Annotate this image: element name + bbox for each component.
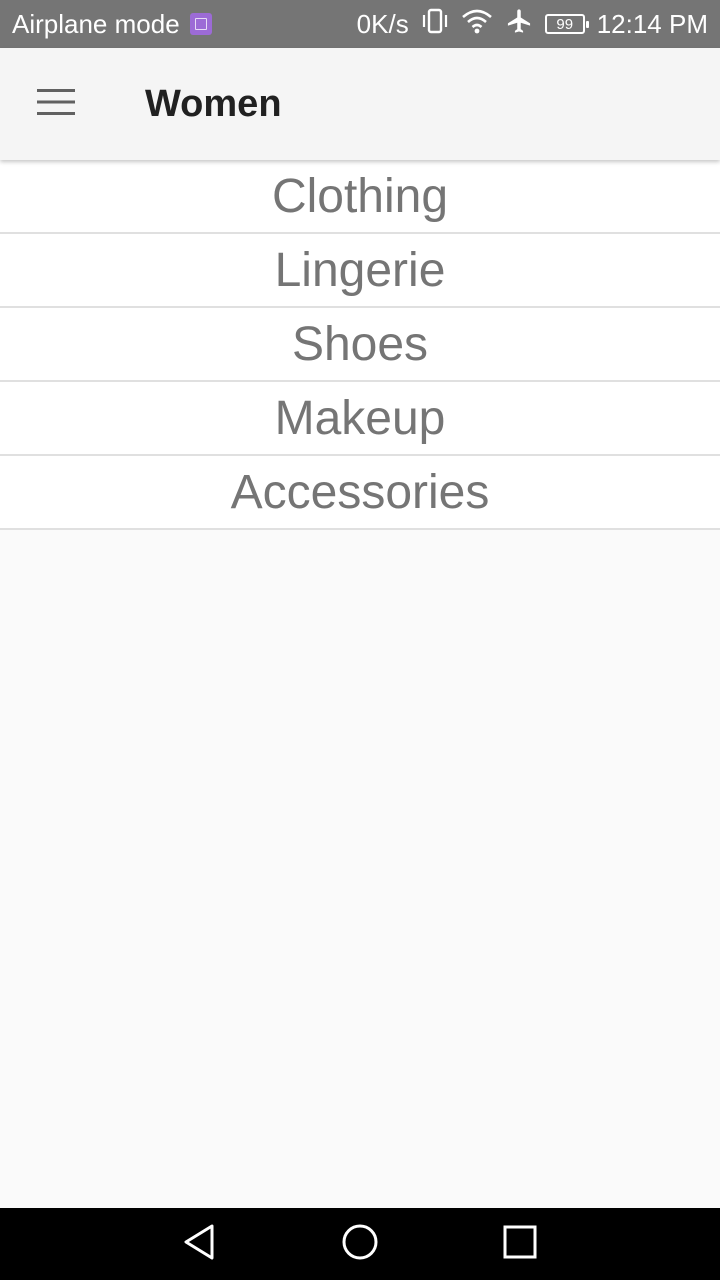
screen: Airplane mode 0K/s 99 12:14 PM Women Clo… xyxy=(0,0,720,1280)
home-button[interactable] xyxy=(320,1208,400,1280)
image-notification-icon xyxy=(189,13,212,35)
airplane-icon xyxy=(505,7,533,42)
back-button[interactable] xyxy=(160,1208,240,1280)
back-icon xyxy=(180,1222,220,1267)
page-title: Women xyxy=(145,82,282,125)
network-speed: 0K/s xyxy=(356,8,409,39)
recents-button[interactable] xyxy=(480,1208,560,1280)
navigation-bar xyxy=(0,1208,720,1280)
status-bar: Airplane mode 0K/s 99 12:14 PM xyxy=(0,0,720,48)
app-bar: Women xyxy=(0,48,720,160)
category-item-makeup[interactable]: Makeup xyxy=(0,382,720,456)
category-item-accessories[interactable]: Accessories xyxy=(0,456,720,530)
status-right: 0K/s 99 12:14 PM xyxy=(357,7,708,42)
category-item-lingerie[interactable]: Lingerie xyxy=(0,234,720,308)
battery-icon: 99 xyxy=(544,14,589,34)
menu-button[interactable] xyxy=(22,76,90,132)
airplane-mode-label: Airplane mode xyxy=(12,8,180,39)
category-item-clothing[interactable]: Clothing xyxy=(0,160,720,234)
recents-icon xyxy=(500,1222,540,1267)
battery-level: 99 xyxy=(556,15,574,33)
vibrate-icon xyxy=(421,8,449,41)
hamburger-menu-icon xyxy=(37,88,75,121)
category-list: Clothing Lingerie Shoes Makeup Accessori… xyxy=(0,160,720,530)
status-time: 12:14 PM xyxy=(596,8,708,39)
status-left: Airplane mode xyxy=(12,9,212,40)
wifi-icon xyxy=(461,8,493,41)
home-icon xyxy=(340,1222,380,1267)
category-item-shoes[interactable]: Shoes xyxy=(0,308,720,382)
